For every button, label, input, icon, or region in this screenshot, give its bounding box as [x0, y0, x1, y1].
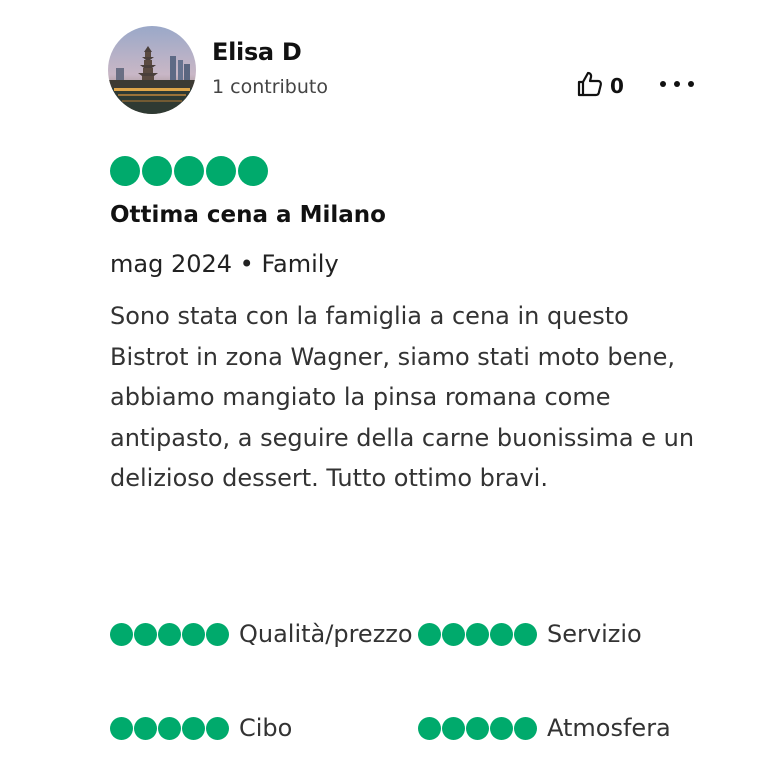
- rating-bubble: [466, 622, 489, 646]
- review-body: Sono stata con la famiglia a cena in que…: [110, 302, 695, 492]
- more-dots-icon: [660, 81, 666, 87]
- rating-bubble: [206, 622, 229, 646]
- rating-bubble: [158, 622, 181, 646]
- sub-rating-qualita-prezzo: Qualità/prezzo: [110, 614, 413, 654]
- sub-rating-bubbles: [418, 622, 537, 646]
- rating-bubble: [418, 716, 441, 740]
- rating-bubble: [206, 156, 236, 186]
- more-options-button[interactable]: [660, 70, 694, 98]
- sub-rating-label: Cibo: [239, 714, 293, 742]
- sub-rating-bubbles: [110, 622, 229, 646]
- rating-bubble: [182, 716, 205, 740]
- sub-rating-label: Servizio: [547, 620, 642, 648]
- sub-rating-atmosfera: Atmosfera: [418, 708, 671, 748]
- contribution-count: 1 contributo: [212, 76, 328, 98]
- rating-bubble: [466, 716, 489, 740]
- thumbs-up-icon: [576, 70, 604, 102]
- rating-bubble: [514, 622, 537, 646]
- rating-bubble: [238, 156, 268, 186]
- rating-bubble: [442, 716, 465, 740]
- review-title: Ottima cena a Milano: [110, 202, 386, 228]
- review-date-trip-type: mag 2024 • Family: [110, 250, 339, 278]
- rating-bubble: [134, 622, 157, 646]
- rating-bubble: [134, 716, 157, 740]
- sub-rating-label: Qualità/prezzo: [239, 620, 413, 648]
- rating-bubble: [110, 622, 133, 646]
- rating-bubble: [182, 622, 205, 646]
- avatar[interactable]: [108, 26, 196, 114]
- sub-rating-servizio: Servizio: [418, 614, 642, 654]
- review-header: Elisa D 1 contributo 0: [108, 26, 710, 114]
- rating-bubble: [206, 716, 229, 740]
- rating-bubble: [110, 156, 140, 186]
- rating-bubble: [490, 716, 513, 740]
- sub-rating-bubbles: [110, 716, 229, 740]
- rating-bubble: [142, 156, 172, 186]
- rating-bubble: [514, 716, 537, 740]
- sub-rating-label: Atmosfera: [547, 714, 671, 742]
- user-name[interactable]: Elisa D: [212, 38, 302, 66]
- sub-rating-cibo: Cibo: [110, 708, 292, 748]
- rating-bubble: [158, 716, 181, 740]
- rating-bubble: [110, 716, 133, 740]
- rating-bubble: [442, 622, 465, 646]
- sub-rating-bubbles: [418, 716, 537, 740]
- helpful-vote-button[interactable]: 0: [576, 70, 624, 102]
- review-card: Elisa D 1 contributo 0 Ottima cena a Mil…: [108, 26, 710, 742]
- rating-bubble: [174, 156, 204, 186]
- avatar-city-skyline-icon: [108, 26, 196, 114]
- rating-bubble: [490, 622, 513, 646]
- rating-bubbles: [110, 156, 268, 186]
- helpful-count: 0: [610, 74, 624, 98]
- rating-bubble: [418, 622, 441, 646]
